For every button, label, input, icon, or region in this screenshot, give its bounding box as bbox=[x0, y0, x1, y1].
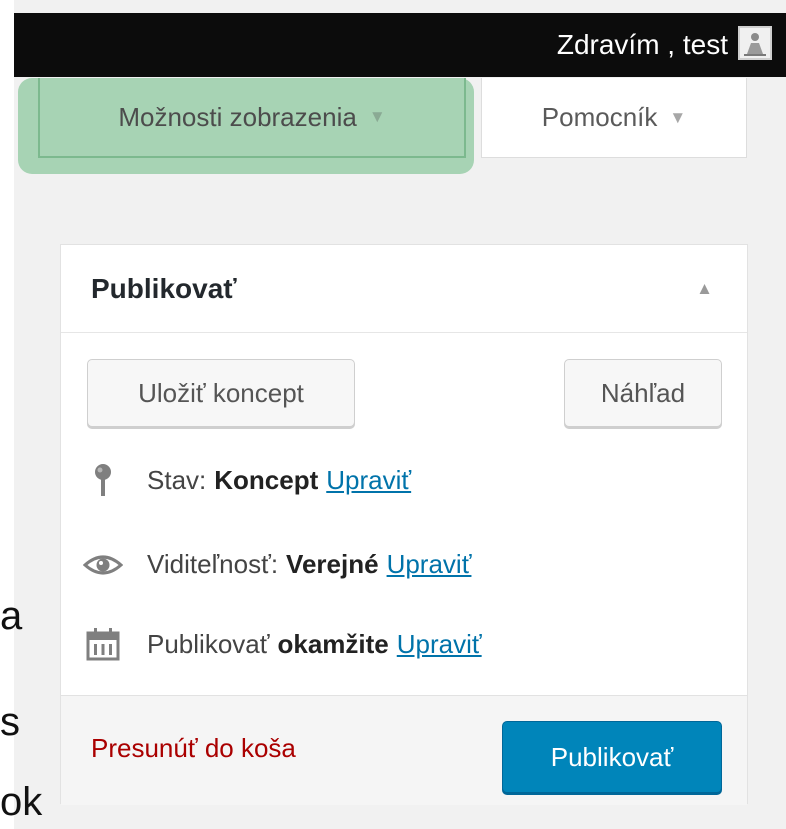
schedule-value: okamžite bbox=[277, 628, 389, 659]
publish-box-footer: Presunúť do koša Publikovať bbox=[61, 695, 747, 805]
cropped-text-fragment: s bbox=[0, 700, 20, 744]
collapse-arrow-icon[interactable]: ▲ bbox=[696, 279, 713, 299]
status-value: Koncept bbox=[214, 464, 319, 495]
visibility-value: Verejné bbox=[286, 549, 379, 579]
status-row: Stav: Koncept Upraviť bbox=[83, 463, 411, 497]
cropped-text-fragment: ok bbox=[0, 780, 43, 824]
save-draft-button[interactable]: Uložiť koncept bbox=[87, 359, 355, 427]
edit-schedule-link[interactable]: Upraviť bbox=[397, 629, 482, 660]
schedule-label: Publikovať bbox=[147, 628, 270, 659]
status-label: Stav: bbox=[147, 464, 207, 495]
edit-visibility-link[interactable]: Upraviť bbox=[387, 549, 472, 580]
user-avatar-icon[interactable] bbox=[738, 26, 772, 60]
cropped-text-fragment: a bbox=[0, 594, 23, 638]
help-label: Pomocník bbox=[541, 102, 658, 132]
publish-box-title: Publikovať bbox=[91, 273, 237, 304]
publish-box: Publikovať ▲ Uložiť koncept Náhľad Stav:… bbox=[60, 244, 748, 805]
publish-button[interactable]: Publikovať bbox=[502, 721, 722, 793]
preview-button[interactable]: Náhľad bbox=[564, 359, 722, 427]
greeting-text[interactable]: Zdravím , test bbox=[557, 29, 728, 61]
admin-bar: Zdravím , test bbox=[14, 13, 786, 77]
schedule-row: Publikovať okamžite Upraviť bbox=[83, 627, 482, 661]
dropdown-arrow-icon: ▼ bbox=[669, 107, 687, 127]
eye-icon bbox=[83, 553, 123, 577]
screen-options-label: Možnosti zobrazenia bbox=[118, 101, 357, 132]
calendar-icon bbox=[83, 627, 123, 661]
dropdown-arrow-icon: ▼ bbox=[368, 107, 386, 126]
move-to-trash-link[interactable]: Presunúť do koša bbox=[91, 733, 296, 764]
visibility-label: Viditeľnosť: bbox=[147, 549, 279, 579]
edit-status-link[interactable]: Upraviť bbox=[326, 465, 411, 496]
visibility-row: Viditeľnosť: Verejné Upraviť bbox=[83, 549, 471, 580]
screen-options-tab[interactable]: Možnosti zobrazenia ▼ bbox=[38, 78, 466, 158]
publish-box-header[interactable]: Publikovať ▲ bbox=[61, 245, 747, 333]
help-tab[interactable]: Pomocník ▼ bbox=[481, 78, 747, 158]
pin-icon bbox=[83, 463, 123, 497]
